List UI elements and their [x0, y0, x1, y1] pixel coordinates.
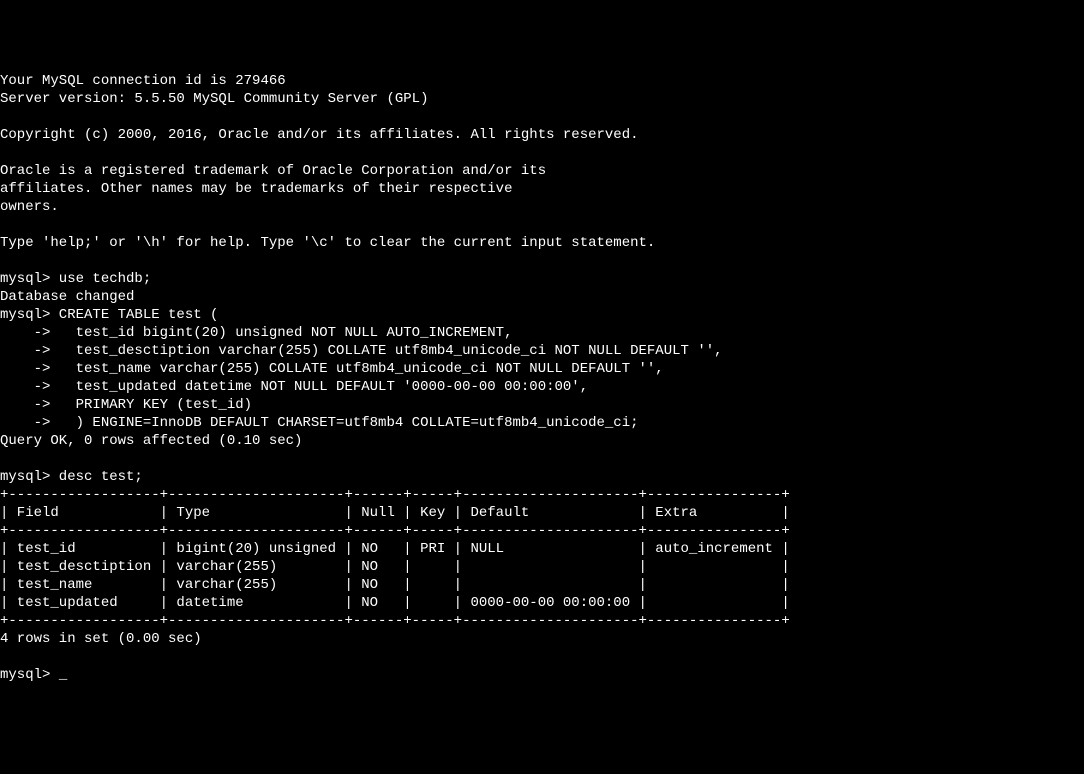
connection-id-line: Your MySQL connection id is 279466 [0, 73, 286, 89]
mysql-command-create-line: -> PRIMARY KEY (test_id) [0, 397, 252, 413]
database-changed-line: Database changed [0, 289, 134, 305]
table-header-row: | Field | Type | Null | Key | Default | … [0, 505, 790, 521]
query-ok-line: Query OK, 0 rows affected (0.10 sec) [0, 433, 302, 449]
cursor-icon: _ [59, 667, 67, 683]
help-line: Type 'help;' or '\h' for help. Type '\c'… [0, 235, 655, 251]
server-version-line: Server version: 5.5.50 MySQL Community S… [0, 91, 428, 107]
table-row: | test_id | bigint(20) unsigned | NO | P… [0, 541, 790, 557]
mysql-command-create-line: -> test_desctiption varchar(255) COLLATE… [0, 343, 723, 359]
trademark-line: Oracle is a registered trademark of Orac… [0, 163, 546, 179]
table-row: | test_updated | datetime | NO | | 0000-… [0, 595, 790, 611]
rows-in-set-line: 4 rows in set (0.00 sec) [0, 631, 202, 647]
table-row: | test_name | varchar(255) | NO | | | | [0, 577, 790, 593]
mysql-command-create-line: -> test_updated datetime NOT NULL DEFAUL… [0, 379, 588, 395]
mysql-command-desc: mysql> desc test; [0, 469, 143, 485]
copyright-line: Copyright (c) 2000, 2016, Oracle and/or … [0, 127, 639, 143]
table-border: +------------------+--------------------… [0, 523, 790, 539]
mysql-command-use: mysql> use techdb; [0, 271, 151, 287]
table-border: +------------------+--------------------… [0, 487, 790, 503]
mysql-command-create-line: -> test_id bigint(20) unsigned NOT NULL … [0, 325, 512, 341]
table-border: +------------------+--------------------… [0, 613, 790, 629]
terminal-output: Your MySQL connection id is 279466 Serve… [0, 72, 1084, 684]
mysql-command-create-line: -> test_name varchar(255) COLLATE utf8mb… [0, 361, 664, 377]
mysql-prompt[interactable]: mysql> [0, 667, 59, 683]
table-row: | test_desctiption | varchar(255) | NO |… [0, 559, 790, 575]
mysql-command-create-line: -> ) ENGINE=InnoDB DEFAULT CHARSET=utf8m… [0, 415, 639, 431]
mysql-command-create: mysql> CREATE TABLE test ( [0, 307, 218, 323]
trademark-line: owners. [0, 199, 59, 215]
trademark-line: affiliates. Other names may be trademark… [0, 181, 512, 197]
